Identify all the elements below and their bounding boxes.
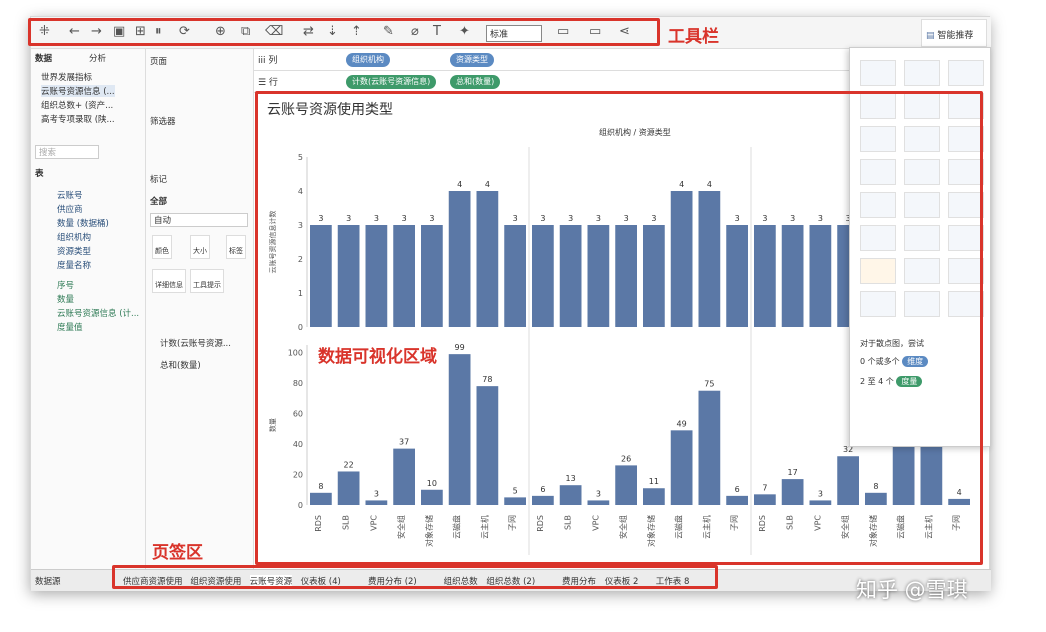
tab-data[interactable]: 数据 [35,52,52,64]
watermark: 知乎 @雪琪 [856,578,968,602]
marks-card-title: 标记 [150,175,168,185]
dimensions-header: 表 [35,169,44,179]
mark-button[interactable]: 颜色 [152,235,172,259]
datasource-tab[interactable]: 数据源 [35,575,61,587]
search-input[interactable]: 搜索 [35,145,99,159]
pill-sum[interactable]: 总和(数量) [450,75,501,89]
chart-type-thumb[interactable] [948,60,984,86]
measure-field[interactable]: 序号 [57,279,74,291]
chart-type-thumb[interactable] [860,60,896,86]
mark-type-select[interactable]: 自动 [150,213,248,227]
datasource-item[interactable]: 世界发展指标 [41,71,92,83]
mark-button[interactable]: 标签 [226,235,246,259]
viz-highlight [255,91,983,565]
tabs-annotation: 页签区 [152,543,203,563]
chart-icon: ▤ [926,31,938,41]
dimension-field[interactable]: 供应商 [57,203,83,215]
dimension-field[interactable]: 数量 (数据桶) [57,217,109,229]
measure-field[interactable]: 云账号资源信息 (计... [57,307,139,319]
dimension-field[interactable]: 云账号 [57,189,83,201]
mark-button[interactable]: 详细信息 [152,269,186,293]
dimension-field[interactable]: 度量名称 [57,259,91,271]
rows-label: ☰ 行 [258,78,278,88]
data-pane: 数据 分析 搜索 表 世界发展指标云账号资源信息 (... 组织总数+ (资产..… [31,49,146,569]
marks-all[interactable]: 全部 [150,195,167,207]
pill-count[interactable]: 计数(云账号资源信息) [346,75,437,89]
viz-annotation: 数据可视化区域 [318,347,437,367]
datasource-item[interactable]: 高考专项录取 (陕... [41,113,115,125]
mark-field[interactable]: 计数(云账号资源... [160,337,231,349]
measure-field[interactable]: 数量 [57,293,74,305]
filters-card[interactable]: 筛选器 [150,115,176,127]
smart-label: 智能推荐 [937,31,974,41]
pages-card[interactable]: 页面 [150,55,167,67]
mark-button[interactable]: 大小 [190,235,210,259]
toolbar-annotation: 工具栏 [668,27,719,47]
mark-button[interactable]: 工具提示 [190,269,224,293]
datasource-item[interactable]: 组织总数+ (资产... [41,99,113,111]
pill-restype[interactable]: 资源类型 [450,53,494,67]
measure-field[interactable]: 度量值 [57,321,83,333]
toolbar-highlight [28,18,660,46]
smart-recommend-button[interactable]: ▤ 智能推荐 [921,19,987,47]
tab-analysis[interactable]: 分析 [89,52,106,64]
tabs-highlight [112,565,718,589]
cards-pane: 页面 筛选器 标记 全部 自动 颜色 大小 标签详细信息 工具提示计数(云账号资源..… [146,49,254,569]
mark-field[interactable]: 总和(数量) [160,359,201,371]
pill-org[interactable]: 组织机构 [346,53,390,67]
dimension-field[interactable]: 资源类型 [57,245,91,257]
datasource-item[interactable]: 云账号资源信息 (... [41,85,115,97]
dimension-field[interactable]: 组织机构 [57,231,91,243]
chart-type-thumb[interactable] [904,60,940,86]
columns-label: iii 列 [258,56,278,66]
